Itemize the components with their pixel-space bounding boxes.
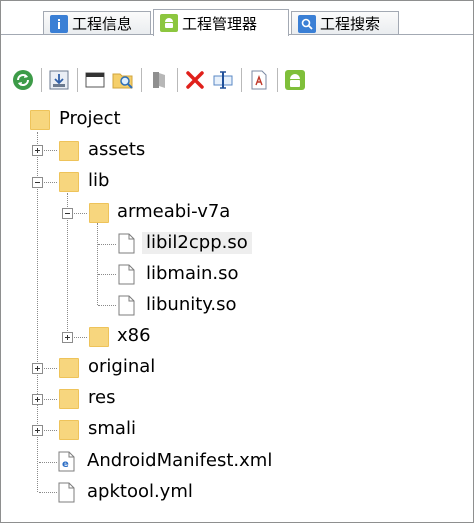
tree-item-res[interactable]: res (88, 387, 115, 409)
android-icon (160, 14, 178, 32)
folder-icon (30, 110, 50, 130)
expand-toggle[interactable] (32, 425, 43, 436)
expand-toggle[interactable] (32, 363, 43, 374)
tree-item-apktool[interactable]: apktool.yml (87, 481, 193, 503)
folder-icon (59, 172, 79, 192)
project-manager-panel: 工程信息 工程管理器 工程搜索 Project assets lib armea… (0, 0, 474, 523)
tree-item-lib[interactable]: lib (88, 170, 109, 192)
tree-guide (97, 223, 98, 305)
tree-item-armeabi-v7a[interactable]: armeabi-v7a (117, 201, 230, 223)
svg-text:e: e (62, 459, 69, 470)
tree-item-x86[interactable]: x86 (117, 325, 151, 347)
tree-item-libunity[interactable]: libunity.so (146, 294, 237, 316)
tree-item-project[interactable]: Project (59, 108, 121, 130)
file-icon (118, 264, 135, 285)
folder-icon (59, 389, 79, 409)
folder-icon (59, 358, 79, 378)
tree-item-smali[interactable]: smali (88, 418, 136, 440)
folder-icon (59, 141, 79, 161)
expand-toggle[interactable] (62, 332, 73, 343)
tree-item-libil2cpp[interactable]: libil2cpp.so (142, 232, 252, 254)
collapse-toggle[interactable] (32, 177, 43, 188)
expand-toggle[interactable] (32, 145, 43, 156)
xml-file-icon: e (58, 451, 75, 472)
folder-icon (89, 203, 109, 223)
project-tree: Project assets lib armeabi-v7a libil2cpp… (1, 1, 473, 522)
tree-item-assets[interactable]: assets (88, 139, 145, 161)
tree-item-original[interactable]: original (88, 356, 155, 378)
collapse-toggle[interactable] (62, 208, 73, 219)
tab-project-manager[interactable]: 工程管理器 (153, 9, 289, 36)
tab-label: 工程管理器 (182, 14, 258, 33)
file-icon (118, 233, 135, 254)
file-icon (58, 482, 75, 503)
file-icon (118, 295, 135, 316)
tree-item-androidmanifest[interactable]: AndroidManifest.xml (87, 450, 272, 472)
folder-icon (89, 327, 109, 347)
expand-toggle[interactable] (32, 394, 43, 405)
folder-icon (59, 420, 79, 440)
tree-item-libmain[interactable]: libmain.so (146, 263, 239, 285)
